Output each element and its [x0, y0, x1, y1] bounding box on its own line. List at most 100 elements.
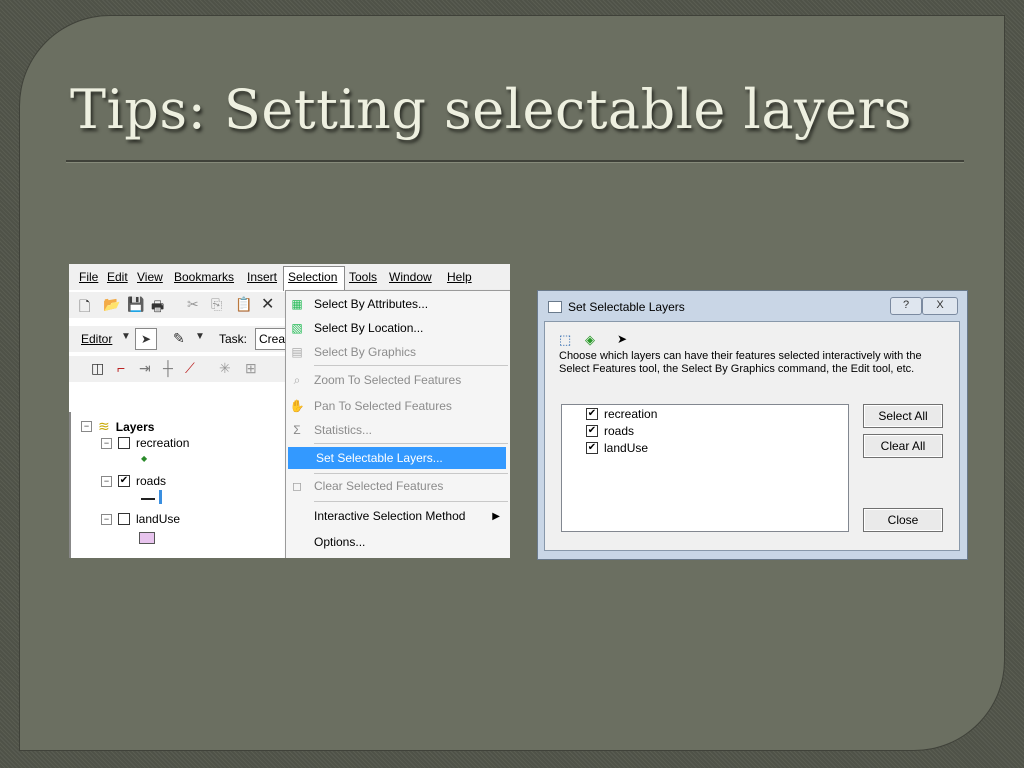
menu-separator	[314, 501, 508, 502]
layer-name: roads	[136, 474, 167, 488]
close-button[interactable]: Close	[863, 508, 943, 532]
edit-tool-cursor-icon: ➤	[617, 332, 628, 346]
menu-help[interactable]: Help	[447, 270, 472, 284]
selectable-layers-list[interactable]: ✔ recreation ✔ roads ✔ landUse	[561, 404, 849, 532]
select-all-button[interactable]: Select All	[863, 404, 943, 428]
edit-tool-arrow-icon[interactable]: ➤	[135, 328, 157, 350]
menu-separator	[314, 473, 508, 474]
close-window-button[interactable]: X	[922, 297, 958, 315]
help-button[interactable]: ?	[890, 297, 922, 315]
layer-name: landUse	[136, 512, 181, 526]
menu-tools[interactable]: Tools	[349, 270, 377, 284]
toc-root[interactable]: − ≋ Layers	[81, 418, 154, 435]
sparkle-icon[interactable]: ✳	[219, 360, 231, 377]
dialog-description: Choose which layers can have their featu…	[559, 350, 922, 375]
menu-bookmarks[interactable]: Bookmarks	[174, 270, 234, 284]
zoom-selected-icon: ⌕	[293, 372, 301, 387]
menu-item-select-by-graphics[interactable]: ▤ Select By Graphics	[286, 341, 510, 363]
delete-icon[interactable]: ✕	[261, 294, 274, 314]
selectable-checkbox[interactable]: ✔	[586, 408, 598, 420]
menu-file[interactable]: File	[79, 270, 98, 284]
standard-toolbar: 🗋 📂 💾 🖶 ✂ ⎘ 📋 ✕	[69, 292, 287, 318]
select-by-location-icon: ▧	[291, 321, 303, 335]
submenu-arrow-icon: ▶	[492, 510, 500, 522]
menu-item-interactive-selection-method[interactable]: Interactive Selection Method ▶	[286, 505, 510, 527]
slide-title: Tips: Setting selectable layers	[70, 78, 913, 141]
menu-edit[interactable]: Edit	[107, 270, 128, 284]
collapse-icon[interactable]: −	[81, 421, 92, 432]
select-by-attributes-icon: ▦	[291, 297, 303, 311]
layer-name: recreation	[604, 407, 658, 421]
menu-insert[interactable]: Insert	[247, 270, 277, 284]
save-icon[interactable]: 💾	[127, 296, 144, 313]
layer-visibility-checkbox[interactable]	[118, 513, 130, 525]
polygon-symbol-icon	[139, 532, 155, 544]
layer-name: landUse	[604, 441, 649, 455]
topology-edit-icon[interactable]: ◫	[91, 360, 104, 377]
menu-item-set-selectable-layers[interactable]: Set Selectable Layers...	[288, 447, 506, 469]
task-label: Task:	[219, 332, 248, 346]
arcmap-screenshot: File Edit View Bookmarks Insert Selectio…	[69, 264, 510, 558]
layer-name: recreation	[136, 436, 190, 450]
collapse-icon[interactable]: −	[101, 513, 112, 525]
clear-selection-icon: ◻	[292, 479, 302, 493]
menu-selection[interactable]: Selection	[288, 270, 337, 284]
dialog-body: ⬚ ◈ ➤ Choose which layers can have their…	[544, 321, 960, 551]
toc-root-label: Layers	[115, 419, 155, 434]
list-item-recreation[interactable]: ✔ recreation	[586, 407, 657, 421]
menu-item-zoom-to-selected[interactable]: ⌕ Zoom To Selected Features	[286, 369, 510, 391]
sigma-icon: Σ	[293, 423, 301, 437]
menu-bar: File Edit View Bookmarks Insert Selectio…	[69, 264, 510, 291]
extend-icon[interactable]: ⇥	[139, 360, 151, 377]
line-symbol-icon	[141, 498, 155, 500]
layer-visibility-checkbox[interactable]: ✔	[118, 475, 130, 487]
toc-layer-roads[interactable]: − ✔ roads	[101, 474, 166, 488]
paste-icon[interactable]: 📋	[235, 296, 252, 313]
selectable-checkbox[interactable]: ✔	[586, 442, 598, 454]
select-by-graphics-icon: ▤	[291, 345, 303, 359]
intersect-icon[interactable]: ⟋	[185, 360, 195, 377]
selectable-checkbox[interactable]: ✔	[586, 425, 598, 437]
print-icon[interactable]: 🖶	[151, 296, 164, 320]
editor-toolbar: Editor ▼ ➤ ✎ ▼ Task: Crea	[69, 326, 290, 352]
dialog-title-bar: Set Selectable Layers ? X	[544, 295, 960, 319]
menu-item-statistics[interactable]: Σ Statistics...	[286, 419, 510, 441]
cut-icon[interactable]: ✂	[187, 296, 199, 313]
window-icon	[548, 301, 562, 313]
collapse-icon[interactable]: −	[101, 437, 112, 449]
layers-stack-icon: ≋	[98, 418, 110, 434]
split-icon[interactable]: ┼	[163, 360, 173, 376]
menu-window[interactable]: Window	[389, 270, 432, 284]
menu-item-clear-selected[interactable]: ◻ Clear Selected Features	[286, 475, 510, 497]
dialog-title: Set Selectable Layers	[568, 300, 685, 314]
collapse-icon[interactable]: −	[101, 475, 112, 487]
editor-menu[interactable]: Editor	[81, 332, 112, 346]
new-document-icon[interactable]: 🗋	[79, 296, 90, 320]
open-icon[interactable]: 📂	[103, 296, 120, 313]
vertex-icon[interactable]: ⊞	[245, 360, 257, 377]
topology-toolbar: ◫ ⌐ ⇥ ┼ ⟋ ✳ ⊞	[69, 356, 287, 382]
cursor-caret-icon	[159, 490, 162, 504]
clear-all-button[interactable]: Clear All	[863, 434, 943, 458]
menu-item-select-by-attributes[interactable]: ▦ Select By Attributes...	[286, 293, 510, 315]
layer-visibility-checkbox[interactable]	[118, 437, 130, 449]
toc-layer-recreation[interactable]: − recreation	[101, 436, 189, 450]
reshape-edge-icon[interactable]: ⌐	[117, 360, 125, 376]
menu-item-select-by-location[interactable]: ▧ Select By Location...	[286, 317, 510, 339]
select-by-graphics-tool-icon: ◈	[585, 332, 595, 347]
menu-item-options[interactable]: Options...	[286, 531, 510, 553]
list-item-roads[interactable]: ✔ roads	[586, 424, 634, 438]
sketch-pencil-icon[interactable]: ✎	[173, 330, 185, 347]
menu-separator	[314, 443, 508, 444]
chevron-down-icon[interactable]: ▼	[121, 331, 131, 342]
menu-item-pan-to-selected[interactable]: ✋ Pan To Selected Features	[286, 395, 510, 417]
select-features-tool-icon: ⬚	[559, 332, 572, 347]
selection-dropdown-menu: ▦ Select By Attributes... ▧ Select By Lo…	[285, 290, 510, 558]
pan-hand-icon: ✋	[289, 399, 305, 413]
sketch-dropdown-icon[interactable]: ▼	[195, 331, 205, 342]
list-item-landuse[interactable]: ✔ landUse	[586, 441, 648, 455]
title-divider	[66, 160, 964, 163]
toc-layer-landuse[interactable]: − landUse	[101, 512, 180, 526]
copy-icon[interactable]: ⎘	[211, 296, 222, 313]
menu-view[interactable]: View	[137, 270, 163, 284]
